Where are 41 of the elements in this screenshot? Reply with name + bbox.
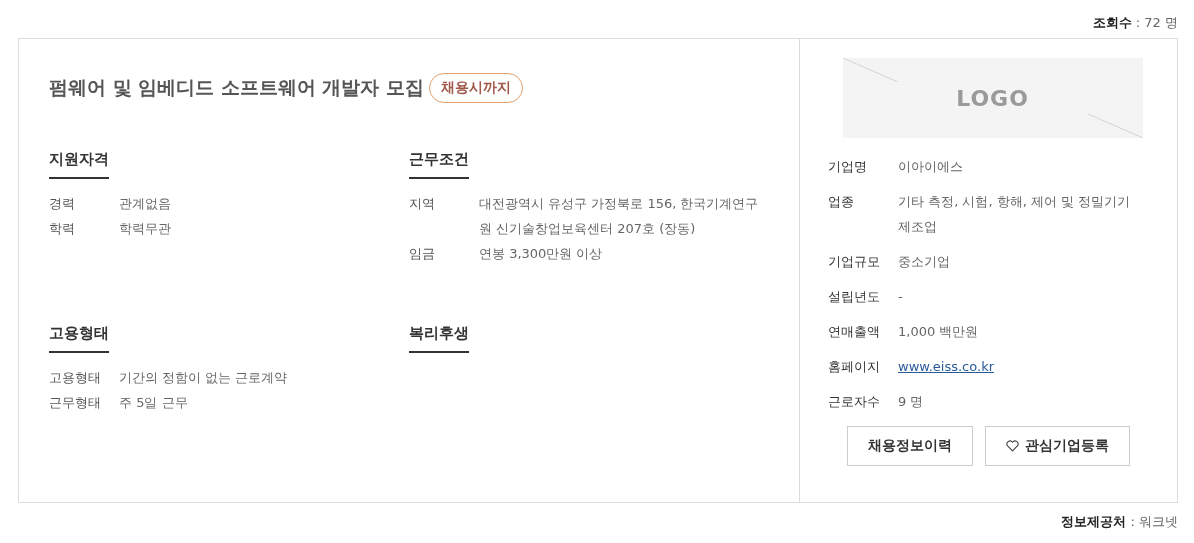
company-value: 1,000 백만원 [898, 323, 979, 341]
company-label: 근로자수 [828, 393, 881, 411]
favorite-company-button[interactable]: 관심기업등록 [985, 426, 1130, 466]
company-label: 홈페이지 [828, 358, 881, 376]
homepage-link[interactable]: www.eiss.co.kr [898, 354, 994, 379]
field-label: 고용형태 [49, 369, 102, 387]
job-title: 펌웨어 및 임베디드 소프트웨어 개발자 모집 [49, 75, 425, 100]
views-label: 조회수 [1092, 14, 1132, 32]
field-value: 관계없음 [119, 195, 172, 213]
field-value: 대전광역시 유성구 가정북로 156, 한국기계연구원 신기술창업보육센터 207호 (장동) [479, 195, 760, 238]
company-value: 이아이에스 [898, 158, 963, 176]
history-button[interactable]: 채용정보이력 [847, 426, 973, 466]
diagonal-line [1087, 114, 1143, 138]
field-label: 임금 [409, 245, 436, 263]
company-label: 연매출액 [828, 323, 881, 341]
company-label: 설립년도 [828, 288, 881, 306]
field-value: 기간의 정함이 없는 근로계약 [119, 369, 289, 387]
views-count: : 72 명 [1135, 14, 1178, 32]
company-value: 기타 측정, 시험, 항해, 제어 및 정밀기기 제조업 [898, 193, 1132, 236]
field-value: 주 5일 근무 [119, 394, 189, 412]
section-heading: 고용형태 [49, 324, 109, 353]
company-value: 9 명 [898, 393, 924, 411]
field-value: 학력무관 [119, 220, 172, 238]
section-heading: 지원자격 [49, 150, 109, 179]
heart-icon [1006, 440, 1019, 452]
section-heading: 근무조건 [409, 150, 469, 179]
company-value: - [898, 288, 903, 306]
company-label: 업종 [828, 193, 855, 211]
logo-text: LOGO [956, 85, 1029, 111]
source-label: 정보제공처 [1061, 513, 1127, 531]
field-label: 근무형태 [49, 394, 102, 412]
company-value: 중소기업 [898, 253, 950, 271]
source-value: : 워크넷 [1130, 513, 1178, 531]
company-label: 기업명 [828, 158, 868, 176]
field-value: 연봉 3,300만원 이상 [479, 245, 604, 263]
diagonal-line [842, 58, 898, 82]
field-label: 지역 [409, 195, 436, 213]
field-label: 학력 [49, 220, 76, 238]
section-heading: 복리후생 [409, 324, 469, 353]
company-label: 기업규모 [828, 253, 881, 271]
field-label: 경력 [49, 195, 76, 213]
